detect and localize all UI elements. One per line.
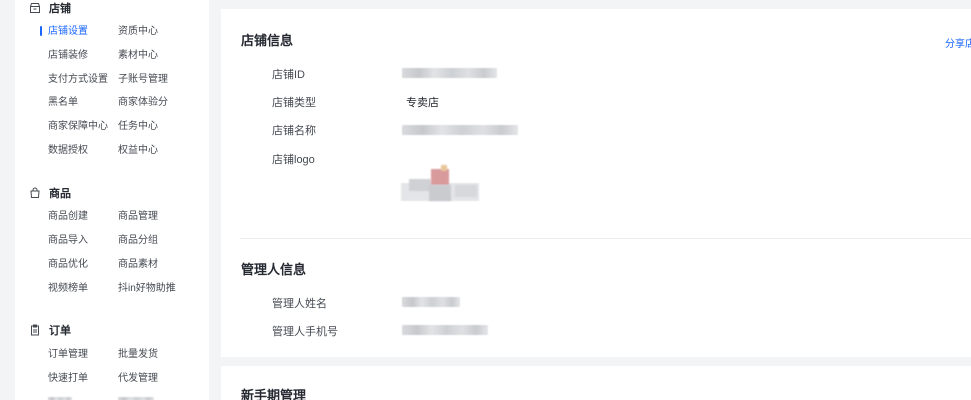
store-logo-label: 店铺logo xyxy=(272,154,315,166)
clipboard-icon xyxy=(29,324,41,336)
nav-douin-boost[interactable]: 抖in好物助推 xyxy=(118,282,176,296)
newbie-management-title: 新手期管理 xyxy=(241,388,307,400)
nav-material-center[interactable]: 素材中心 xyxy=(118,49,158,63)
nav-sub-account[interactable]: 子账号管理 xyxy=(118,73,168,87)
nav-dropship-manage[interactable]: 代发管理 xyxy=(118,372,158,386)
store-info-card: 店铺信息 分享店 店铺ID 店铺类型 专卖店 店铺名称 店铺logo 管理人信息… xyxy=(221,9,971,357)
store-name-value-redacted xyxy=(402,125,518,135)
admin-name-label: 管理人姓名 xyxy=(272,298,327,310)
store-id-value-redacted xyxy=(402,68,497,78)
admin-phone-label: 管理人手机号 xyxy=(272,326,338,338)
nav-store-decoration[interactable]: 店铺装修 xyxy=(48,49,88,63)
nav-data-authorization[interactable]: 数据授权 xyxy=(48,144,88,158)
store-id-label: 店铺ID xyxy=(272,69,305,81)
nav-video-ranking[interactable]: 视频榜单 xyxy=(48,282,88,296)
store-info-title: 店铺信息 xyxy=(241,33,294,48)
bag-icon xyxy=(29,187,41,199)
store-icon xyxy=(29,2,41,14)
nav-product-import[interactable]: 商品导入 xyxy=(48,234,88,248)
admin-info-title: 管理人信息 xyxy=(241,262,307,277)
store-type-label: 店铺类型 xyxy=(272,97,316,109)
section-divider xyxy=(240,238,971,239)
nav-payment-settings[interactable]: 支付方式设置 xyxy=(48,73,108,87)
store-logo-image-redacted xyxy=(401,165,479,203)
nav-product-create[interactable]: 商品创建 xyxy=(48,210,88,224)
section-orders-header[interactable]: 订单 xyxy=(29,322,71,338)
section-store-header[interactable]: 店铺 xyxy=(29,0,71,16)
nav-product-optimize[interactable]: 商品优化 xyxy=(48,258,88,272)
newbie-management-card: 新手期管理 xyxy=(221,366,971,400)
section-orders-title: 订单 xyxy=(49,325,71,337)
section-goods-header[interactable]: 商品 xyxy=(29,185,71,201)
section-goods-title: 商品 xyxy=(49,188,71,200)
nav-blacklist[interactable]: 黑名单 xyxy=(48,96,78,110)
nav-task-center[interactable]: 任务中心 xyxy=(118,120,158,134)
store-name-label: 店铺名称 xyxy=(272,125,316,137)
nav-batch-ship[interactable]: 批量发货 xyxy=(118,348,158,362)
nav-store-settings[interactable]: 店铺设置 xyxy=(48,25,88,39)
section-store-title: 店铺 xyxy=(49,3,71,15)
nav-quick-print[interactable]: 快速打单 xyxy=(48,372,88,386)
admin-name-value-redacted xyxy=(402,297,460,307)
nav-benefit-center[interactable]: 权益中心 xyxy=(118,144,158,158)
nav-qualification-center[interactable]: 资质中心 xyxy=(118,25,158,39)
nav-guarantee-center[interactable]: 商家保障中心 xyxy=(48,120,108,134)
sidebar: 店铺 店铺设置 资质中心 店铺装修 素材中心 支付方式设置 子账号管理 黑名单 … xyxy=(15,0,209,400)
nav-experience-score[interactable]: 商家体验分 xyxy=(118,96,168,110)
active-indicator xyxy=(40,26,42,36)
share-store-link[interactable]: 分享店 xyxy=(945,35,971,50)
nav-product-manage[interactable]: 商品管理 xyxy=(118,210,158,224)
nav-product-group[interactable]: 商品分组 xyxy=(118,234,158,248)
nav-order-manage[interactable]: 订单管理 xyxy=(48,348,88,362)
store-type-value: 专卖店 xyxy=(406,97,439,109)
nav-product-material[interactable]: 商品素材 xyxy=(118,258,158,272)
admin-phone-value-redacted xyxy=(402,325,488,335)
